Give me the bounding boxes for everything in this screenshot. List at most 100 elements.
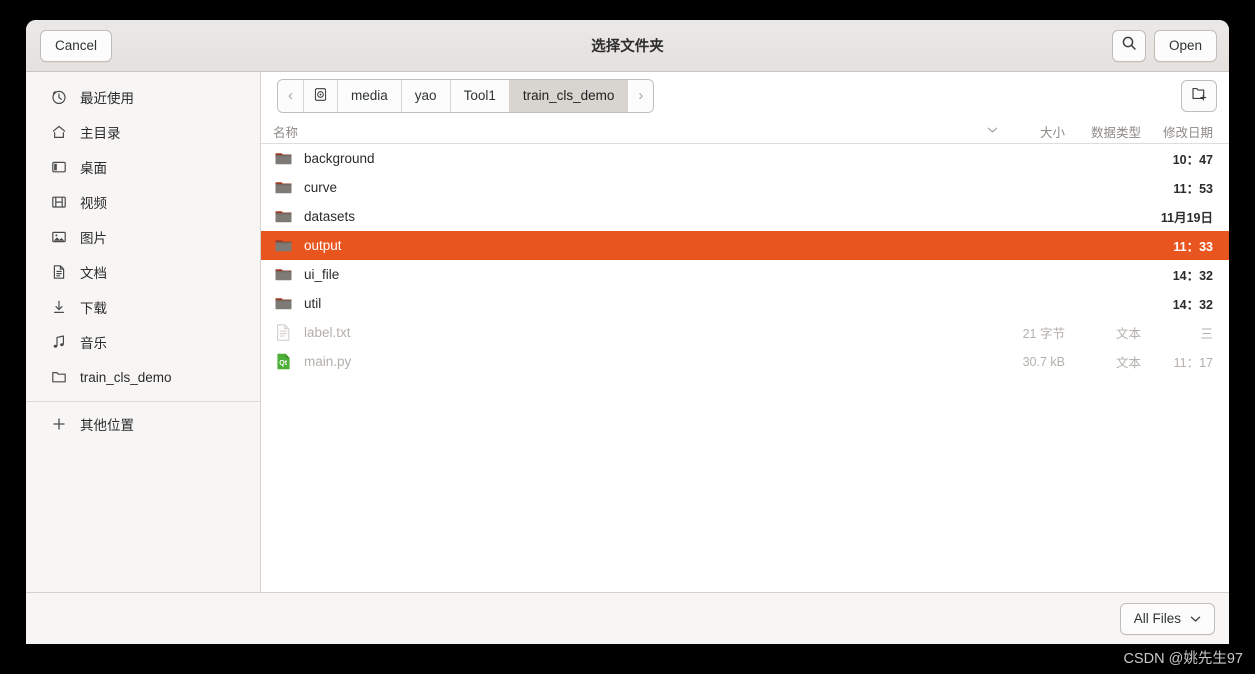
open-button[interactable]: Open	[1153, 29, 1217, 62]
folder-icon	[273, 294, 293, 314]
chevron-down-icon	[981, 125, 1003, 137]
file-filter-dropdown[interactable]: All Files	[1119, 602, 1215, 635]
path-disk-button[interactable]	[304, 79, 338, 112]
clock-icon	[50, 89, 67, 106]
file-name: output	[304, 238, 342, 253]
text-file-icon	[273, 323, 293, 343]
video-icon	[50, 194, 67, 211]
file-modified: 11：17	[1173, 356, 1213, 370]
new-folder-button[interactable]	[1181, 79, 1217, 112]
table-row[interactable]: label.txt 21 字节 文本 三	[261, 318, 1229, 347]
file-modified: 11月19日	[1160, 211, 1213, 225]
breadcrumb-item-yao[interactable]: yao	[401, 79, 451, 112]
page-title: 选择文件夹	[591, 39, 664, 55]
folder-icon	[273, 178, 293, 198]
sidebar-item-downloads[interactable]: 下载	[34, 291, 252, 323]
table-row[interactable]: Qt main.py 30.7 kB 文本 11：17	[261, 347, 1229, 376]
folder-icon	[273, 149, 293, 169]
file-name: background	[304, 151, 375, 166]
watermark: CSDN @姚先生97	[1123, 651, 1243, 667]
folder-icon	[50, 369, 67, 386]
sidebar-item-train-cls-demo[interactable]: train_cls_demo	[34, 361, 252, 393]
file-size: 21 字节	[1022, 327, 1065, 341]
column-header-size[interactable]: 大小	[1003, 122, 1065, 141]
file-modified: 10：47	[1172, 153, 1213, 167]
file-modified: 11：33	[1173, 240, 1213, 254]
folder-icon	[273, 236, 293, 256]
sidebar-item-pictures[interactable]: 图片	[34, 221, 252, 253]
table-row[interactable]: datasets 11月19日	[261, 202, 1229, 231]
folder-icon	[273, 207, 293, 227]
cancel-button[interactable]: Cancel	[40, 29, 113, 62]
breadcrumb-item-tool1[interactable]: Tool1	[450, 79, 510, 112]
file-filter-label: All Files	[1133, 611, 1181, 626]
breadcrumb-item-media[interactable]: media	[338, 79, 402, 112]
table-row[interactable]: curve 11：53	[261, 173, 1229, 202]
disk-icon	[313, 87, 328, 105]
table-row[interactable]: ui_file 14：32	[261, 260, 1229, 289]
sidebar-item-label: 下载	[80, 301, 107, 316]
download-icon	[50, 299, 67, 316]
column-header-type[interactable]: 数据类型	[1065, 122, 1141, 141]
search-icon	[1121, 35, 1137, 56]
footer-bar: All Files	[26, 592, 1229, 644]
header-actions: Open	[1111, 29, 1217, 62]
document-icon	[50, 264, 67, 281]
music-icon	[50, 334, 67, 351]
file-name: datasets	[304, 209, 356, 224]
sidebar-item-recent[interactable]: 最近使用	[34, 81, 252, 113]
sidebar-item-label: 其他位置	[80, 418, 134, 433]
file-type: 文本	[1115, 327, 1141, 341]
sidebar-divider	[26, 401, 260, 402]
sidebar: 最近使用 主目录 桌面 视频 图片 文档 下载 音乐 train_cls_dem…	[26, 72, 261, 592]
folder-icon	[273, 265, 293, 285]
sidebar-item-label: 文档	[80, 266, 107, 281]
sidebar-item-label: 视频	[80, 196, 107, 211]
sidebar-item-label: train_cls_demo	[80, 369, 172, 385]
file-type: 文本	[1115, 356, 1141, 370]
desktop-icon	[50, 159, 67, 176]
sidebar-item-label: 桌面	[80, 161, 107, 176]
dialog-body: 最近使用 主目录 桌面 视频 图片 文档 下载 音乐 train_cls_dem…	[26, 72, 1229, 592]
header-bar: Cancel 选择文件夹 Open	[26, 20, 1229, 72]
table-row[interactable]: background 10：47	[261, 144, 1229, 173]
file-modified: 三	[1200, 327, 1213, 341]
file-name: curve	[304, 180, 338, 195]
file-name: ui_file	[304, 267, 340, 282]
column-header-name[interactable]: 名称	[273, 122, 981, 141]
file-name: label.txt	[304, 325, 351, 340]
chevron-down-icon	[1190, 611, 1201, 626]
svg-text:Qt: Qt	[279, 360, 287, 367]
search-button[interactable]	[1111, 29, 1146, 62]
file-size: 30.7 kB	[1022, 354, 1065, 369]
sidebar-item-label: 音乐	[80, 336, 107, 351]
table-row[interactable]: util 14：32	[261, 289, 1229, 318]
sidebar-item-music[interactable]: 音乐	[34, 326, 252, 358]
sidebar-item-label: 最近使用	[80, 91, 134, 106]
plus-icon	[50, 416, 67, 433]
file-modified: 11：53	[1173, 182, 1213, 196]
breadcrumb: ‹ media yao Tool1 train_cls_demo ›	[277, 78, 655, 113]
file-modified: 14：32	[1172, 269, 1213, 283]
sidebar-item-videos[interactable]: 视频	[34, 186, 252, 218]
sidebar-item-other-locations[interactable]: 其他位置	[34, 408, 252, 440]
file-chooser-dialog: Cancel 选择文件夹 Open 最近使用 主目录 桌面 视频 图片 文档 下…	[26, 20, 1229, 644]
path-back-button[interactable]: ‹	[278, 79, 304, 112]
image-icon	[50, 229, 67, 246]
path-forward-button[interactable]: ›	[628, 79, 654, 112]
sidebar-item-label: 主目录	[80, 126, 121, 141]
sidebar-item-label: 图片	[80, 231, 107, 246]
sidebar-item-home[interactable]: 主目录	[34, 116, 252, 148]
column-header-modified[interactable]: 修改日期	[1141, 122, 1229, 141]
column-headers: 名称 大小 数据类型 修改日期	[261, 119, 1229, 144]
table-row[interactable]: output 11：33	[261, 231, 1229, 260]
sidebar-item-documents[interactable]: 文档	[34, 256, 252, 288]
file-name: util	[304, 296, 322, 311]
sidebar-item-desktop[interactable]: 桌面	[34, 151, 252, 183]
breadcrumb-item-train-cls-demo[interactable]: train_cls_demo	[509, 79, 629, 112]
file-pane: ‹ media yao Tool1 train_cls_demo › 名称 大小…	[261, 72, 1229, 592]
home-icon	[50, 124, 67, 141]
new-folder-icon	[1191, 85, 1208, 107]
python-file-icon: Qt	[273, 352, 293, 372]
file-modified: 14：32	[1172, 298, 1213, 312]
